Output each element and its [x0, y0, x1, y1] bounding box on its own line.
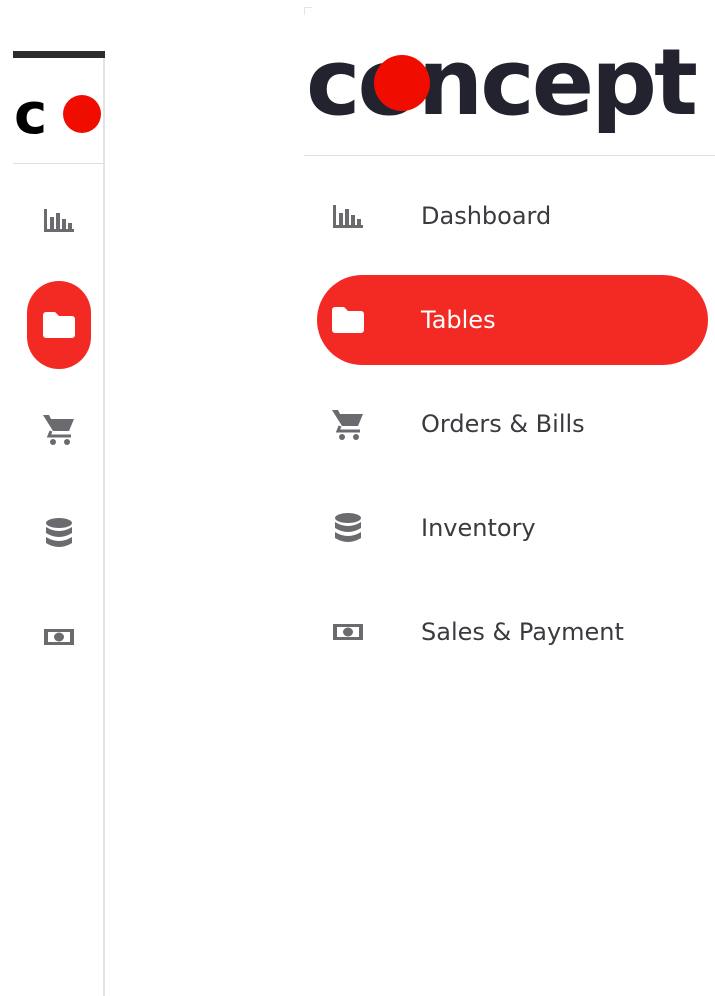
sidebar-item-inventory[interactable]: Inventory — [317, 483, 708, 573]
brand-logo[interactable]: concept — [304, 7, 715, 156]
bar-chart-icon — [330, 198, 366, 234]
bar-chart-icon — [43, 207, 75, 233]
collapsed-logo[interactable]: c — [13, 65, 103, 164]
logo-dot — [374, 55, 430, 111]
logo-dot — [63, 95, 101, 133]
mini-nav-tables[interactable] — [27, 281, 91, 369]
top-bar — [13, 51, 105, 58]
shopping-cart-icon — [42, 412, 76, 446]
sidebar-item-label: Orders & Bills — [421, 410, 585, 438]
sidebar-item-label: Sales & Payment — [421, 618, 624, 646]
cash-icon — [43, 627, 75, 647]
collapsed-sidebar: c — [13, 51, 105, 996]
mini-nav-inventory[interactable] — [27, 489, 91, 577]
logo-text: concept — [306, 29, 698, 136]
sidebar-item-label: Tables — [421, 306, 496, 334]
sidebar-item-dashboard[interactable]: Dashboard — [317, 171, 708, 261]
mini-nav-sales[interactable] — [27, 593, 91, 681]
cash-icon — [330, 614, 366, 650]
sidebar-item-sales-payment[interactable]: Sales & Payment — [317, 587, 708, 677]
app-viewport: c concept Dashboard Tables Orders & Bill… — [0, 0, 715, 996]
expanded-sidebar: concept Dashboard Tables Orders & Bills … — [304, 7, 715, 996]
sidebar-item-label: Inventory — [421, 514, 536, 542]
sidebar-item-tables[interactable]: Tables — [317, 275, 708, 365]
folder-icon — [330, 302, 366, 338]
sidebar-item-orders-bills[interactable]: Orders & Bills — [317, 379, 708, 469]
logo-letter: c — [14, 82, 47, 147]
mini-nav-orders[interactable] — [27, 385, 91, 473]
folder-icon — [42, 311, 76, 339]
mini-nav-dashboard[interactable] — [27, 176, 91, 264]
sidebar-item-label: Dashboard — [421, 202, 552, 230]
database-icon — [330, 510, 366, 546]
database-icon — [45, 517, 73, 549]
shopping-cart-icon — [330, 406, 366, 442]
